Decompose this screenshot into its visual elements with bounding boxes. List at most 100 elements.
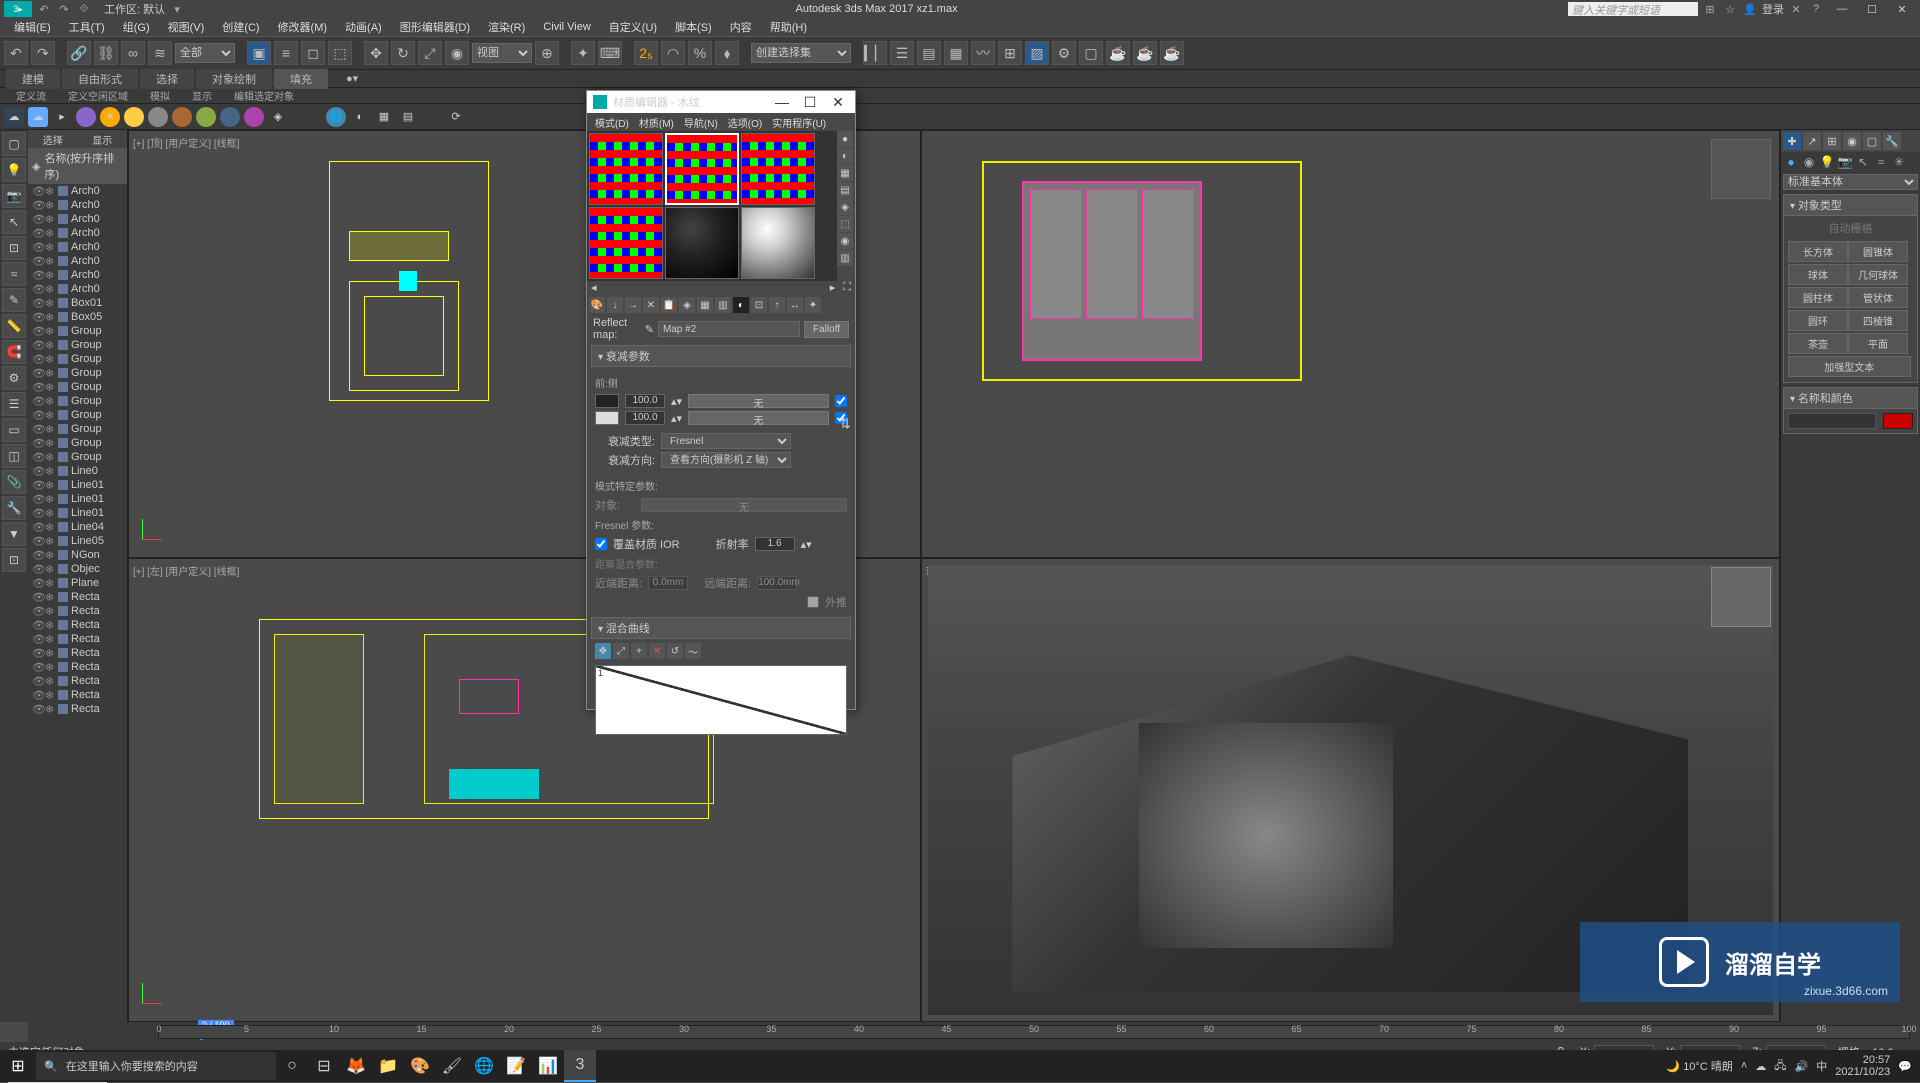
- sub-sim[interactable]: 模拟: [140, 87, 180, 104]
- front-map-button[interactable]: 无: [688, 394, 829, 408]
- help-icon[interactable]: ?: [1808, 1, 1824, 17]
- lt-select-icon[interactable]: ▢: [2, 132, 26, 156]
- ior-input[interactable]: 1.6: [755, 537, 795, 551]
- mat-menu-nav[interactable]: 导航(N): [680, 115, 722, 130]
- mat-nav-icon[interactable]: ◐: [733, 297, 749, 313]
- scene-item[interactable]: 👁❄Recta: [28, 604, 127, 618]
- env-sphere2-icon[interactable]: [124, 107, 144, 127]
- taskview-icon[interactable]: ⊟: [308, 1050, 340, 1082]
- utilities-tab-icon[interactable]: 🔧: [1883, 132, 1901, 150]
- primitive-button[interactable]: 球体: [1788, 264, 1848, 285]
- ribbon-tab-modeling[interactable]: 建模: [6, 69, 60, 89]
- cortana-icon[interactable]: ○: [276, 1050, 308, 1082]
- link-button[interactable]: 🔗: [67, 41, 91, 65]
- lt-spline-icon[interactable]: ✎: [2, 288, 26, 312]
- lt-light-icon[interactable]: 💡: [2, 158, 26, 182]
- mat-slot-5[interactable]: [665, 207, 739, 279]
- viewcube-persp[interactable]: [1711, 567, 1771, 627]
- front-color-swatch[interactable]: [595, 394, 619, 408]
- mat-scroll-right[interactable]: ▸: [830, 281, 836, 295]
- primitive-button[interactable]: 长方体: [1788, 241, 1848, 262]
- filter-select[interactable]: 全部: [175, 43, 235, 63]
- coord-select[interactable]: 视图: [472, 43, 532, 63]
- env-sphere3-icon[interactable]: [148, 107, 168, 127]
- scene-header[interactable]: ◈ 名称(按升序排序): [28, 148, 127, 184]
- lt-more-icon[interactable]: ⊡: [2, 548, 26, 572]
- scene-item[interactable]: 👁❄Line01: [28, 506, 127, 520]
- env-sky-icon[interactable]: ☁: [4, 107, 24, 127]
- sub-display[interactable]: 显示: [182, 87, 222, 104]
- teapot-button[interactable]: ☕: [1133, 41, 1157, 65]
- env-refresh-icon[interactable]: ⟳: [446, 107, 466, 127]
- mat-close-button[interactable]: ✕: [827, 94, 849, 111]
- env-sphere5-icon[interactable]: [196, 107, 216, 127]
- curve-tangent-icon[interactable]: 〜: [685, 643, 701, 659]
- geom-icon[interactable]: ●: [1783, 154, 1799, 170]
- curve-add-icon[interactable]: +: [631, 643, 647, 659]
- override-ior-check[interactable]: [595, 538, 607, 550]
- mat-slot-6[interactable]: [741, 207, 815, 279]
- falloff-params-rollout[interactable]: ▾ 衰减参数: [591, 345, 851, 367]
- scene-item[interactable]: 👁❄Group: [28, 450, 127, 464]
- lt-helper-icon[interactable]: ⊡: [2, 236, 26, 260]
- menu-content[interactable]: 内容: [722, 19, 760, 35]
- lt-arrow-icon[interactable]: ↖: [2, 210, 26, 234]
- scene-item[interactable]: 👁❄Arch0: [28, 282, 127, 296]
- scene-item[interactable]: 👁❄Arch0: [28, 254, 127, 268]
- system-tray[interactable]: 🌙 10°C 晴朗 ˄ ☁ 🖧 🔊 中 20:57 2021/10/23 💬: [1658, 1054, 1920, 1078]
- layer2-button[interactable]: ▦: [944, 41, 968, 65]
- scene-item[interactable]: 👁❄Box05: [28, 310, 127, 324]
- tray-vol-icon[interactable]: 🔊: [1795, 1060, 1809, 1073]
- help-search[interactable]: 键入关键字或短语: [1568, 2, 1698, 16]
- explorer-icon[interactable]: 📁: [372, 1050, 404, 1082]
- lt-camera-icon[interactable]: 📷: [2, 184, 26, 208]
- mat-slot-4[interactable]: [589, 207, 663, 279]
- lt-ruler-icon[interactable]: 📏: [2, 314, 26, 338]
- mat-options-icon[interactable]: ⬚: [837, 216, 853, 232]
- mat-slot-3[interactable]: [741, 133, 815, 205]
- ribbon-tab-freeform[interactable]: 自由形式: [62, 69, 138, 89]
- undo-button[interactable]: ↶: [4, 41, 28, 65]
- mat-video-icon[interactable]: ◈: [837, 199, 853, 215]
- scene-item[interactable]: 👁❄Recta: [28, 702, 127, 716]
- env-earth-icon[interactable]: 🌐: [326, 107, 346, 127]
- scene-item[interactable]: 👁❄Line05: [28, 534, 127, 548]
- sub-idle[interactable]: 定义空闲区域: [58, 87, 138, 104]
- ribbon-tab-selection[interactable]: 选择: [140, 69, 194, 89]
- mat-get-icon[interactable]: 🎨: [589, 297, 605, 313]
- place-button[interactable]: ◉: [445, 41, 469, 65]
- bind-button[interactable]: ∞: [121, 41, 145, 65]
- scene-item[interactable]: 👁❄Arch0: [28, 240, 127, 254]
- scene-item[interactable]: 👁❄Line04: [28, 520, 127, 534]
- systems-icon[interactable]: ✳: [1891, 154, 1907, 170]
- sub-edit[interactable]: 编辑选定对象: [224, 87, 304, 104]
- viewport-front[interactable]: [921, 130, 1780, 558]
- weather-widget[interactable]: 🌙 10°C 晴朗: [1666, 1058, 1732, 1074]
- timeline[interactable]: 0 / 100 05101520253035404550556065707580…: [28, 1022, 1920, 1042]
- render2-button[interactable]: ☕: [1160, 41, 1184, 65]
- start-button[interactable]: ⊞: [0, 1050, 36, 1082]
- render-frame-button[interactable]: ▢: [1079, 41, 1103, 65]
- maximize-button[interactable]: ☐: [1858, 1, 1886, 17]
- menu-render[interactable]: 渲染(R): [480, 19, 533, 35]
- scale-button[interactable]: ⤢: [418, 41, 442, 65]
- scene-item[interactable]: 👁❄Recta: [28, 590, 127, 604]
- close-button[interactable]: ✕: [1888, 1, 1916, 17]
- space-icon[interactable]: ≈: [1873, 154, 1889, 170]
- menu-create[interactable]: 创建(C): [214, 19, 267, 35]
- scene-item[interactable]: 👁❄Arch0: [28, 198, 127, 212]
- name-color-rollout[interactable]: ▾ 名称和颜色: [1783, 387, 1918, 409]
- env-sphere6-icon[interactable]: [220, 107, 240, 127]
- link-icon[interactable]: ⟐: [76, 1, 92, 17]
- scene-item[interactable]: 👁❄Recta: [28, 688, 127, 702]
- textplus-button[interactable]: 加强型文本: [1788, 356, 1911, 377]
- tray-time[interactable]: 20:57: [1835, 1054, 1890, 1066]
- 3dsmax-task-icon[interactable]: 3: [564, 1050, 596, 1082]
- scene-item[interactable]: 👁❄Recta: [28, 632, 127, 646]
- falloff-type-button[interactable]: Falloff: [804, 321, 849, 338]
- ribbon-tab-populate[interactable]: 填充: [274, 69, 328, 89]
- scene-item[interactable]: 👁❄Group: [28, 352, 127, 366]
- lt-filter-icon[interactable]: ▼: [2, 522, 26, 546]
- app1-icon[interactable]: 🎨: [404, 1050, 436, 1082]
- env-cloud-icon[interactable]: ☁: [28, 107, 48, 127]
